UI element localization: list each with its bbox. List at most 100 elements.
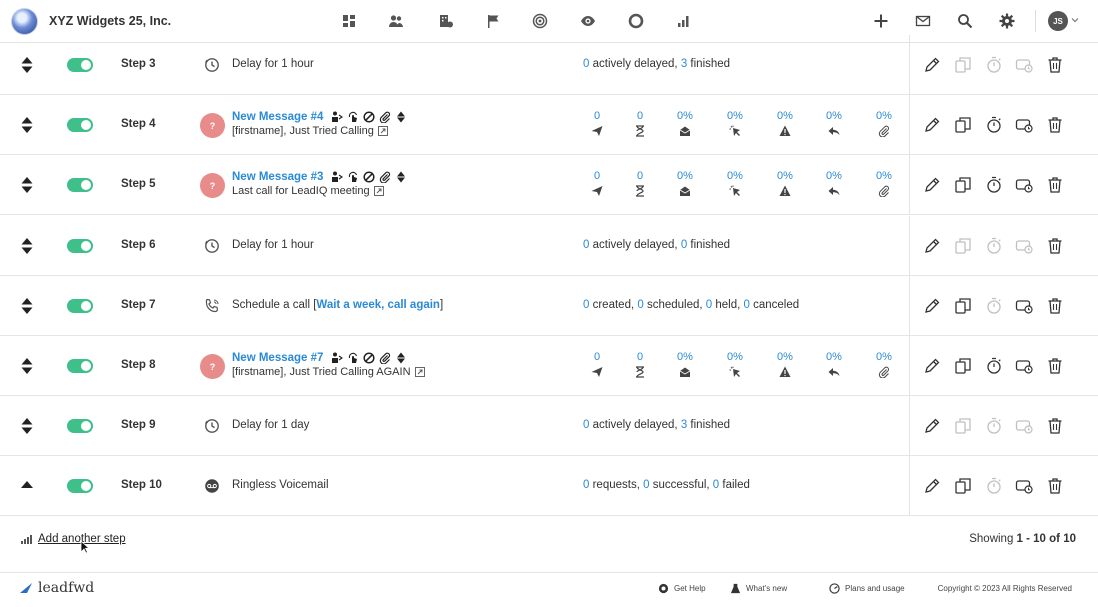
delete-icon[interactable]	[1045, 55, 1065, 75]
metric-value[interactable]: 0	[577, 110, 617, 122]
delete-icon[interactable]	[1045, 115, 1065, 135]
delete-icon[interactable]	[1045, 356, 1065, 376]
metric-value[interactable]: 0%	[814, 110, 854, 122]
metric-value[interactable]: 0%	[814, 170, 854, 182]
metric-value[interactable]: 0%	[715, 351, 755, 363]
actions-divider	[909, 95, 910, 156]
gear-icon[interactable]	[998, 12, 1016, 30]
message-title-link[interactable]: New Message #3	[232, 171, 323, 183]
mail-icon[interactable]	[914, 12, 932, 30]
schedule-icon[interactable]	[1014, 476, 1034, 496]
reorder-icon[interactable]	[20, 357, 34, 375]
metric-value[interactable]: 0	[620, 170, 660, 182]
reorder-icon[interactable]	[20, 176, 34, 194]
dashboard-icon[interactable]	[340, 12, 358, 30]
step-enabled-toggle[interactable]	[67, 359, 93, 373]
edit-icon[interactable]	[922, 115, 942, 135]
message-title-link[interactable]: New Message #7	[232, 352, 323, 364]
schedule-icon[interactable]	[1014, 296, 1034, 316]
plans-usage-label[interactable]: Plans and usage	[845, 584, 905, 593]
target-icon[interactable]	[531, 12, 549, 30]
whats-new-link[interactable]: What's new	[730, 583, 787, 594]
delete-icon[interactable]	[1045, 476, 1065, 496]
company-name[interactable]: XYZ Widgets 25, Inc.	[49, 14, 171, 28]
message-title-link[interactable]: New Message #4	[232, 111, 323, 123]
delete-icon[interactable]	[1045, 416, 1065, 436]
search-icon[interactable]	[956, 12, 974, 30]
brand-logo[interactable]: leadfwd	[20, 580, 94, 596]
metric-value[interactable]: 0%	[864, 170, 904, 182]
edit-icon[interactable]	[922, 55, 942, 75]
metric-value[interactable]: 0%	[715, 110, 755, 122]
reorder-icon[interactable]	[20, 237, 34, 255]
edit-icon[interactable]	[922, 356, 942, 376]
metric-value[interactable]: 0	[620, 110, 660, 122]
external-link-icon[interactable]	[377, 126, 388, 137]
duplicate-icon[interactable]	[953, 356, 973, 376]
whats-new-label[interactable]: What's new	[746, 584, 787, 593]
chevron-down-icon[interactable]	[1071, 16, 1079, 24]
delete-icon[interactable]	[1045, 296, 1065, 316]
move-up-icon[interactable]	[20, 477, 34, 495]
metric-value[interactable]: 0%	[864, 351, 904, 363]
plus-icon[interactable]	[872, 12, 890, 30]
schedule-icon[interactable]	[1014, 175, 1034, 195]
timer-icon[interactable]	[984, 356, 1004, 376]
step-enabled-toggle[interactable]	[67, 479, 93, 494]
step-enabled-toggle[interactable]	[67, 118, 93, 133]
external-link-icon[interactable]	[373, 186, 384, 197]
metric-value[interactable]: 0%	[765, 110, 805, 122]
step-label: Step 3	[121, 58, 156, 70]
metric-value[interactable]: 0%	[814, 351, 854, 363]
metric-value[interactable]: 0%	[765, 170, 805, 182]
metric-value[interactable]: 0	[577, 351, 617, 363]
metric-value[interactable]: 0%	[665, 110, 705, 122]
duplicate-icon[interactable]	[953, 175, 973, 195]
company-logo[interactable]	[11, 8, 38, 35]
step-enabled-toggle[interactable]	[67, 178, 93, 193]
metric-value[interactable]: 0	[577, 170, 617, 182]
metric-value[interactable]: 0%	[715, 170, 755, 182]
metric-value[interactable]: 0	[620, 351, 660, 363]
edit-icon[interactable]	[922, 476, 942, 496]
duplicate-icon[interactable]	[953, 476, 973, 496]
step-enabled-toggle[interactable]	[67, 238, 93, 253]
bar-chart-icon[interactable]	[675, 12, 693, 30]
edit-icon[interactable]	[922, 296, 942, 316]
user-avatar[interactable]: JS	[1048, 11, 1068, 31]
edit-icon[interactable]	[922, 236, 942, 256]
timer-icon[interactable]	[984, 175, 1004, 195]
stat-label: actively delayed,	[589, 419, 681, 432]
get-help-link[interactable]: Get Help	[658, 583, 706, 594]
external-link-icon[interactable]	[414, 367, 425, 377]
duplicate-icon[interactable]	[953, 115, 973, 135]
circle-icon[interactable]	[627, 12, 645, 30]
metric-value[interactable]: 0%	[765, 351, 805, 363]
edit-icon[interactable]	[922, 175, 942, 195]
step-enabled-toggle[interactable]	[67, 298, 93, 313]
plans-usage-link[interactable]: Plans and usage	[829, 583, 905, 594]
step-enabled-toggle[interactable]	[67, 58, 93, 72]
step-enabled-toggle[interactable]	[67, 419, 93, 434]
reorder-icon[interactable]	[20, 56, 34, 74]
reorder-icon[interactable]	[20, 116, 34, 134]
delete-icon[interactable]	[1045, 236, 1065, 256]
flag-icon[interactable]	[484, 12, 502, 30]
reorder-icon[interactable]	[20, 417, 34, 435]
call-template-link[interactable]: Wait a week, call again	[316, 299, 440, 311]
schedule-icon[interactable]	[1014, 356, 1034, 376]
companies-icon[interactable]	[437, 12, 455, 30]
metric-value[interactable]: 0%	[864, 110, 904, 122]
edit-icon[interactable]	[922, 416, 942, 436]
eye-icon[interactable]	[579, 12, 597, 30]
metric-value[interactable]: 0%	[665, 170, 705, 182]
reorder-icon[interactable]	[20, 297, 34, 315]
contacts-icon[interactable]	[387, 12, 405, 30]
schedule-icon[interactable]	[1014, 115, 1034, 135]
get-help-label[interactable]: Get Help	[674, 584, 706, 593]
timer-icon[interactable]	[984, 115, 1004, 135]
delete-icon[interactable]	[1045, 175, 1065, 195]
duplicate-icon[interactable]	[953, 296, 973, 316]
metric-value[interactable]: 0%	[665, 351, 705, 363]
add-step-button[interactable]: Add another step	[21, 533, 126, 545]
